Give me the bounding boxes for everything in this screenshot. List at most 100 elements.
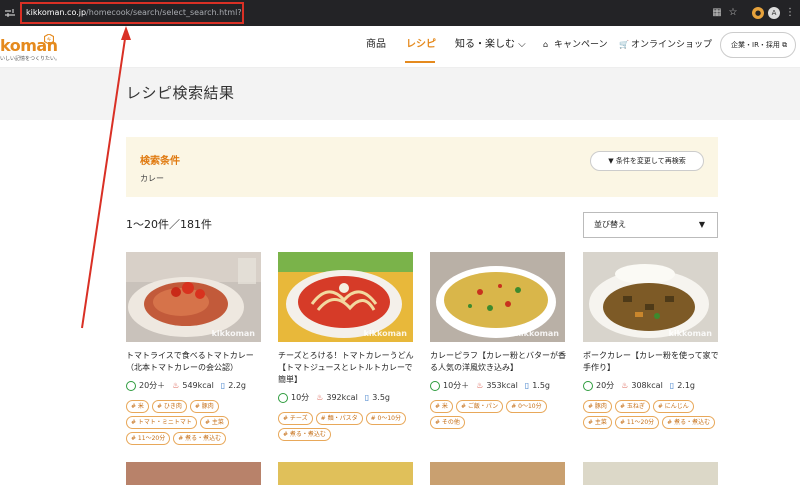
calorie-flame-icon: ♨ — [172, 381, 180, 390]
salt-shaker-icon: ▯ — [669, 381, 675, 390]
salt-shaker-icon: ▯ — [524, 381, 530, 390]
result-count: 1〜20件／181件 — [126, 218, 212, 231]
cook-time: 10分＋ — [443, 381, 470, 390]
salt-shaker-icon: ▯ — [364, 393, 370, 402]
calorie-flame-icon: ♨ — [476, 381, 484, 390]
recipe-title[interactable]: チーズとろける！トマトカレーうどん【トマトジュースとレトルトカレーで簡単】 — [278, 350, 418, 386]
site-header: koman キ いしい記憶をつくりたい。 商品 レシピ 知る・楽しむ ⌵ ⌂ キ… — [0, 26, 800, 68]
calorie-flame-icon: ♨ — [621, 381, 629, 390]
nav-products[interactable]: 商品 — [366, 26, 386, 68]
calories: 353kcal — [486, 381, 518, 390]
qr-code-icon[interactable]: ▦ — [711, 7, 723, 19]
tag[interactable]: # 米 — [126, 400, 149, 413]
salt-shaker-icon: ▯ — [220, 381, 226, 390]
address-bar[interactable]: kikkoman.co.jp/homecook/search/select_se… — [20, 2, 244, 24]
recipe-image-partial[interactable] — [430, 462, 565, 485]
tag[interactable]: # 主菜 — [199, 416, 229, 429]
clock-icon — [278, 392, 288, 403]
calories: 392kcal — [326, 393, 358, 402]
active-nav-underline — [405, 61, 435, 63]
change-conditions-button[interactable]: ▼ 条件を変更して再検索 — [590, 151, 704, 171]
nav-learn-enjoy[interactable]: 知る・楽しむ ⌵ — [455, 26, 526, 68]
sort-label: 並び替え — [594, 220, 626, 229]
salt-amount: 2.2g — [228, 381, 247, 390]
recipe-card[interactable]: kikkoman トマトライスで食べるトマトカレー（北本トマトカレーの会公認） … — [126, 252, 261, 445]
recipe-meta: 20分 ♨ 308kcal ▯ 2.1g — [583, 380, 695, 391]
salt-amount: 1.5g — [532, 381, 551, 390]
cook-time: 10分 — [291, 393, 310, 402]
tag[interactable]: # ご飯・パン — [455, 400, 504, 413]
extension-icon[interactable]: ● — [752, 7, 764, 19]
tag[interactable]: # 米 — [430, 400, 453, 413]
recipe-card[interactable]: kikkoman ポークカレー【カレー粉を使って家で手作り】 20分 ♨ 308k… — [583, 252, 719, 429]
calories: 308kcal — [631, 381, 663, 390]
recipe-tags: # 米 # ご飯・パン # 0〜10分 # その他 — [430, 400, 570, 429]
recipe-meta: 20分＋ ♨ 549kcal ▯ 2.2g — [126, 380, 246, 391]
tag[interactable]: # 煮る・煮込む — [173, 432, 227, 445]
recipe-title[interactable]: カレーピラフ【カレー粉とバターが香る人気の洋風炊き込み】 — [430, 350, 570, 374]
tag[interactable]: # 麺・パスタ — [315, 412, 363, 425]
tag[interactable]: # その他 — [430, 416, 465, 429]
tag[interactable]: # にんじん — [652, 400, 694, 413]
corporate-ir-recruit-button[interactable]: 企業・IR・採用 ⧉ — [720, 32, 796, 58]
kikkoman-logo[interactable]: koman キ いしい記憶をつくりたい。 — [0, 34, 60, 64]
tag[interactable]: # 玉ねぎ — [614, 400, 650, 413]
profile-avatar[interactable]: A — [768, 7, 780, 19]
nav-campaign[interactable]: キャンペーン — [554, 26, 608, 68]
recipe-image-partial[interactable] — [126, 462, 261, 485]
recipe-tags: # チーズ # 麺・パスタ # 0〜10分 # 煮る・煮込む — [278, 412, 418, 441]
tag[interactable]: # 主菜 — [583, 416, 612, 429]
tag[interactable]: # 11〜20分 — [614, 416, 660, 429]
url-domain: kikkoman.co.jp — [26, 8, 87, 17]
image-watermark: kikkoman — [211, 329, 255, 338]
campaign-icon: ⌂ — [543, 40, 549, 49]
nav-online-shop[interactable]: オンラインショップ — [631, 26, 712, 68]
dropdown-arrow-icon: ▼ — [698, 220, 705, 229]
tag[interactable]: # 豚肉 — [189, 400, 219, 413]
image-watermark: kikkoman — [668, 329, 712, 338]
svg-text:キ: キ — [46, 37, 51, 43]
calorie-flame-icon: ♨ — [316, 393, 324, 402]
title-band — [0, 68, 800, 120]
menu-dots-icon[interactable]: ⋮ — [784, 7, 796, 19]
recipe-title[interactable]: ポークカレー【カレー粉を使って家で手作り】 — [583, 350, 723, 374]
tag[interactable]: # 0〜10分 — [506, 400, 547, 413]
salt-amount: 2.1g — [677, 381, 696, 390]
tag[interactable]: # チーズ — [278, 412, 313, 425]
tag[interactable]: # 11〜20分 — [126, 432, 171, 445]
recipe-image-partial[interactable] — [583, 462, 718, 485]
recipe-title[interactable]: トマトライスで食べるトマトカレー（北本トマトカレーの会公認） — [126, 350, 266, 374]
tag[interactable]: # ひき肉 — [151, 400, 187, 413]
sort-select[interactable]: 並び替え ▼ — [583, 212, 718, 238]
recipe-tags: # 豚肉 # 玉ねぎ # にんじん # 主菜 # 11〜20分 # 煮る・煮込む — [583, 400, 723, 429]
image-watermark: kikkoman — [363, 329, 407, 338]
recipe-image-tomato-curry[interactable]: kikkoman — [126, 252, 261, 342]
recipe-image-curry-pilaf[interactable]: kikkoman — [430, 252, 565, 342]
bookmark-star-icon[interactable]: ☆ — [727, 7, 739, 19]
calories: 549kcal — [182, 381, 214, 390]
clock-icon — [583, 380, 593, 391]
recipe-image-curry-udon[interactable]: kikkoman — [278, 252, 413, 342]
recipe-meta: 10分 ♨ 392kcal ▯ 3.5g — [278, 392, 390, 403]
clock-icon — [430, 380, 440, 391]
recipe-card[interactable]: kikkoman カレーピラフ【カレー粉とバターが香る人気の洋風炊き込み】 10… — [430, 252, 566, 429]
salt-amount: 3.5g — [372, 393, 391, 402]
tag[interactable]: # 0〜10分 — [365, 412, 406, 425]
recipe-image-partial[interactable] — [278, 462, 413, 485]
tag[interactable]: # トマト・ミニトマト — [126, 416, 197, 429]
clock-icon — [126, 380, 136, 391]
tag[interactable]: # 豚肉 — [583, 400, 612, 413]
hexagon-logo-icon: キ — [44, 34, 54, 44]
url-path: /homecook/search/select_search.html?kw=カ… — [86, 8, 242, 17]
recipe-image-pork-curry[interactable]: kikkoman — [583, 252, 718, 342]
site-settings-icon[interactable] — [4, 7, 16, 19]
tag[interactable]: # 煮る・煮込む — [662, 416, 716, 429]
cook-time: 20分 — [596, 381, 615, 390]
browser-toolbar: kikkoman.co.jp/homecook/search/select_se… — [0, 0, 800, 26]
tag[interactable]: # 煮る・煮込む — [278, 428, 331, 441]
recipe-meta: 10分＋ ♨ 353kcal ▯ 1.5g — [430, 380, 550, 391]
cart-icon: 🛒 — [619, 40, 629, 49]
recipe-card[interactable]: kikkoman チーズとろける！トマトカレーうどん【トマトジュースとレトルトカ… — [278, 252, 414, 441]
cook-time: 20分＋ — [139, 381, 166, 390]
recipe-tags: # 米 # ひき肉 # 豚肉 # トマト・ミニトマト # 主菜 # 11〜20分… — [126, 400, 266, 445]
